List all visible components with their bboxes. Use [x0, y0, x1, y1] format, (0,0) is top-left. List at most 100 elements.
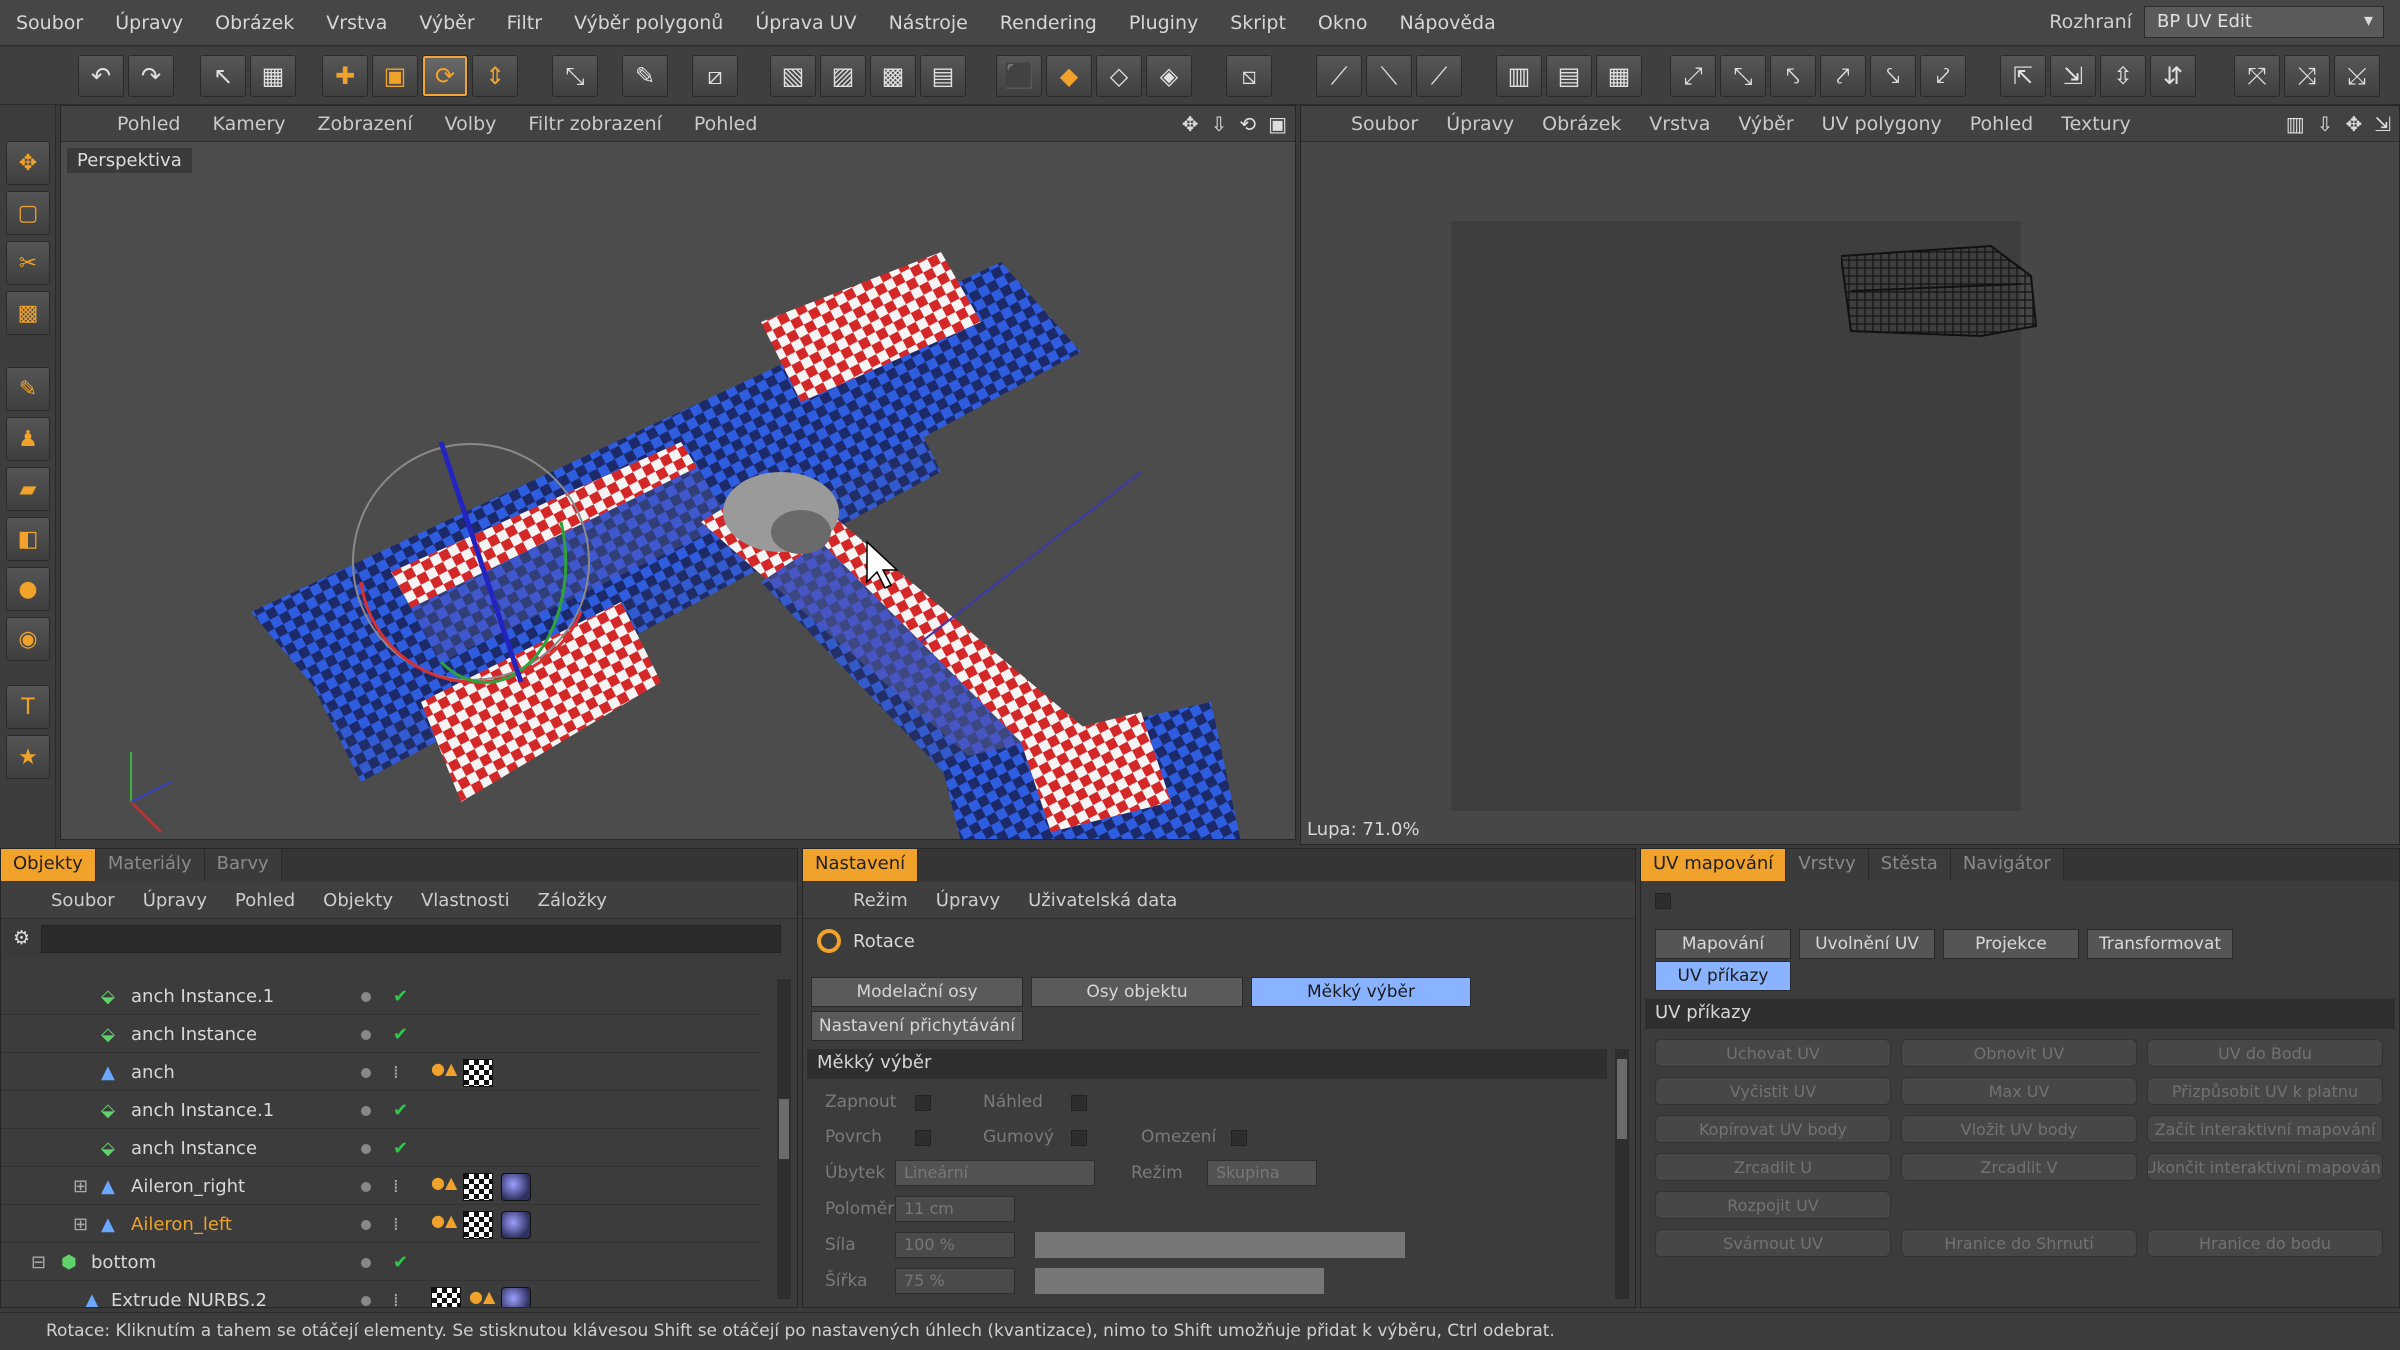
uv-tool-17-icon[interactable]: ⤧ — [2234, 55, 2280, 97]
uv-command-button[interactable]: Zrcadlit V — [1901, 1153, 2137, 1181]
uv-tool-1-icon[interactable]: ⟋ — [1316, 55, 1362, 97]
radius-field[interactable]: 11 cm — [895, 1196, 1015, 1222]
rubber-checkbox[interactable] — [1071, 1130, 1087, 1146]
uv-menu-vrstva[interactable]: Vrstva — [1635, 113, 1724, 135]
menu-vyber[interactable]: Výběr — [403, 12, 490, 34]
vp-menu-volby[interactable]: Volby — [429, 113, 513, 135]
preview-checkbox[interactable] — [1071, 1095, 1087, 1111]
uv-tool-10-icon[interactable]: ⤤ — [1820, 55, 1866, 97]
point-mode-icon[interactable]: ◈ — [1146, 55, 1192, 97]
surface-checkbox[interactable] — [915, 1130, 931, 1146]
visibility-dot[interactable] — [361, 1182, 371, 1192]
tab-objekty[interactable]: Objekty — [1, 849, 96, 881]
uv-command-button[interactable]: Rozpojit UV — [1655, 1191, 1891, 1219]
tab-uv-mapovani[interactable]: UV mapování — [1641, 849, 1787, 881]
lock-axis-icon[interactable]: ⧄ — [692, 55, 738, 97]
uv-command-button[interactable]: Hranice do bodu — [2147, 1229, 2383, 1257]
cube-icon[interactable]: ⬛ — [996, 55, 1042, 97]
brush-tool-icon[interactable]: ✎ — [6, 367, 50, 411]
uv-command-button[interactable]: Svárnout UV — [1655, 1229, 1891, 1257]
uv-tool-3-icon[interactable]: ⟋ — [1416, 55, 1462, 97]
uv-command-button[interactable]: Vyčistit UV — [1655, 1077, 1891, 1105]
tab-materialy[interactable]: Materiály — [95, 849, 205, 881]
projection-button[interactable]: Projekce — [1943, 929, 2079, 959]
set-menu-rezim[interactable]: Režim — [839, 890, 922, 911]
menu-uprava-uv[interactable]: Úprava UV — [739, 12, 872, 34]
perspective-viewport[interactable]: Pohled Kamery Zobrazení Volby Filtr zobr… — [60, 105, 1296, 840]
obj-menu-pohled[interactable]: Pohled — [221, 890, 309, 911]
uv-command-button[interactable]: Hranice do Shrnutí — [1901, 1229, 2137, 1257]
render-settings-icon[interactable]: ▤ — [920, 55, 966, 97]
coordinates-icon[interactable]: ✎ — [622, 55, 668, 97]
eraser-tool-icon[interactable]: ▰ — [6, 467, 50, 511]
falloff-dropdown[interactable]: Lineární — [895, 1160, 1095, 1186]
rect-select-icon[interactable]: ▦ — [250, 55, 296, 97]
strength-slider[interactable] — [1035, 1232, 1405, 1258]
object-row[interactable]: ⬙ anch Instance ✔ — [1, 1017, 761, 1053]
uv-tool-18-icon[interactable]: ⤨ — [2284, 55, 2330, 97]
menu-rendering[interactable]: Rendering — [984, 12, 1113, 34]
snap-settings-button[interactable]: Nastavení přichytávání — [811, 1011, 1023, 1041]
redo-icon[interactable]: ↷ — [128, 55, 174, 97]
texture-tag-icon[interactable] — [431, 1286, 461, 1307]
uv-command-button[interactable]: Ukončit interaktivní mapování — [2147, 1153, 2383, 1181]
vp-menu-zobrazeni[interactable]: Zobrazení — [302, 113, 429, 135]
enabled-check-icon[interactable]: ✔ — [393, 1024, 408, 1045]
scrollbar-thumb[interactable] — [1617, 1059, 1627, 1139]
undo-icon[interactable]: ↶ — [78, 55, 124, 97]
vp-menu-kamery[interactable]: Kamery — [196, 113, 301, 135]
phong-tag-icon[interactable]: ●▲ — [469, 1287, 495, 1308]
enabled-check-icon[interactable]: ✔ — [393, 1100, 408, 1121]
object-axis-button[interactable]: Osy objektu — [1031, 977, 1243, 1007]
fill-tool-icon[interactable]: ◧ — [6, 517, 50, 561]
object-row[interactable]: ⊞ ▲ Aileron_left ⁞ ●▲ — [1, 1207, 761, 1243]
tab-navigator[interactable]: Navigátor — [1950, 849, 2064, 881]
dots-icon[interactable]: ⁞ — [393, 1214, 399, 1235]
expand-icon[interactable]: ⊞ — [73, 1214, 88, 1235]
pan-icon[interactable]: ✥ — [1182, 112, 1199, 136]
uv-tool-15-icon[interactable]: ⇳ — [2100, 55, 2146, 97]
texture-tag-icon[interactable] — [463, 1058, 493, 1087]
star-tool-icon[interactable]: ★ — [6, 735, 50, 779]
uv-tool-6-icon[interactable]: ▦ — [1596, 55, 1642, 97]
rotate-icon[interactable]: ⟳ — [422, 55, 468, 97]
uv-editor-view[interactable]: Soubor Úpravy Obrázek Vrstva Výběr UV po… — [1300, 105, 2400, 845]
uv-tool-16-icon[interactable]: ⇵ — [2150, 55, 2196, 97]
visibility-dot[interactable] — [361, 1144, 371, 1154]
enabled-check-icon[interactable]: ✔ — [393, 986, 408, 1007]
width-field[interactable]: 75 % — [895, 1268, 1015, 1294]
filter-icon[interactable]: ⚙ — [13, 927, 30, 949]
enabled-check-icon[interactable]: ✔ — [393, 1138, 408, 1159]
material-tag-icon[interactable] — [501, 1286, 531, 1307]
uv-menu-textury[interactable]: Textury — [2047, 113, 2145, 135]
object-row[interactable]: ▲ Extrude NURBS.2 ⁞ ●▲ — [1, 1283, 761, 1308]
settings-scrollbar[interactable] — [1615, 1049, 1629, 1299]
phong-tag-icon[interactable]: ●▲ — [431, 1059, 457, 1087]
set-menu-uzivatelska-data[interactable]: Uživatelská data — [1014, 890, 1191, 911]
orbit-icon[interactable]: ⟲ — [1239, 112, 1256, 136]
interface-dropdown[interactable]: BP UV Edit — [2144, 6, 2384, 38]
select-arrow-icon[interactable]: ↖ — [200, 55, 246, 97]
mode-dropdown[interactable]: Skupina — [1207, 1160, 1317, 1186]
move-tool-icon[interactable]: ✥ — [6, 141, 50, 185]
menu-pluginy[interactable]: Pluginy — [1113, 12, 1214, 34]
uv-tool-14-icon[interactable]: ⇲ — [2050, 55, 2096, 97]
uv-command-button[interactable]: Začít interaktivní mapování — [2147, 1115, 2383, 1143]
vp-menu-pohled-2[interactable]: Pohled — [678, 113, 773, 135]
restrict-checkbox[interactable] — [1231, 1130, 1247, 1146]
texture-tag-icon[interactable] — [463, 1172, 493, 1201]
tab-barvy[interactable]: Barvy — [204, 849, 282, 881]
texture-mode-icon[interactable]: ⧅ — [1226, 55, 1272, 97]
vp-menu-pohled[interactable]: Pohled — [101, 113, 196, 135]
object-row[interactable]: ⬙ anch Instance ✔ — [1, 1131, 761, 1167]
tab-stesta[interactable]: Stěsta — [1868, 849, 1951, 881]
object-row[interactable]: ▲ anch ⁞ ●▲ — [1, 1055, 761, 1091]
menu-nastroje[interactable]: Nástroje — [873, 12, 984, 34]
uv-tool-11-icon[interactable]: ⤥ — [1870, 55, 1916, 97]
uv-command-button[interactable]: Max UV — [1901, 1077, 2137, 1105]
uv-menu-vyber[interactable]: Výběr — [1724, 113, 1807, 135]
visibility-dot[interactable] — [361, 992, 371, 1002]
uv-menu-pohled[interactable]: Pohled — [1956, 113, 2047, 135]
uv-tool-19-icon[interactable]: ⤩ — [2334, 55, 2380, 97]
visibility-dot[interactable] — [361, 1068, 371, 1078]
